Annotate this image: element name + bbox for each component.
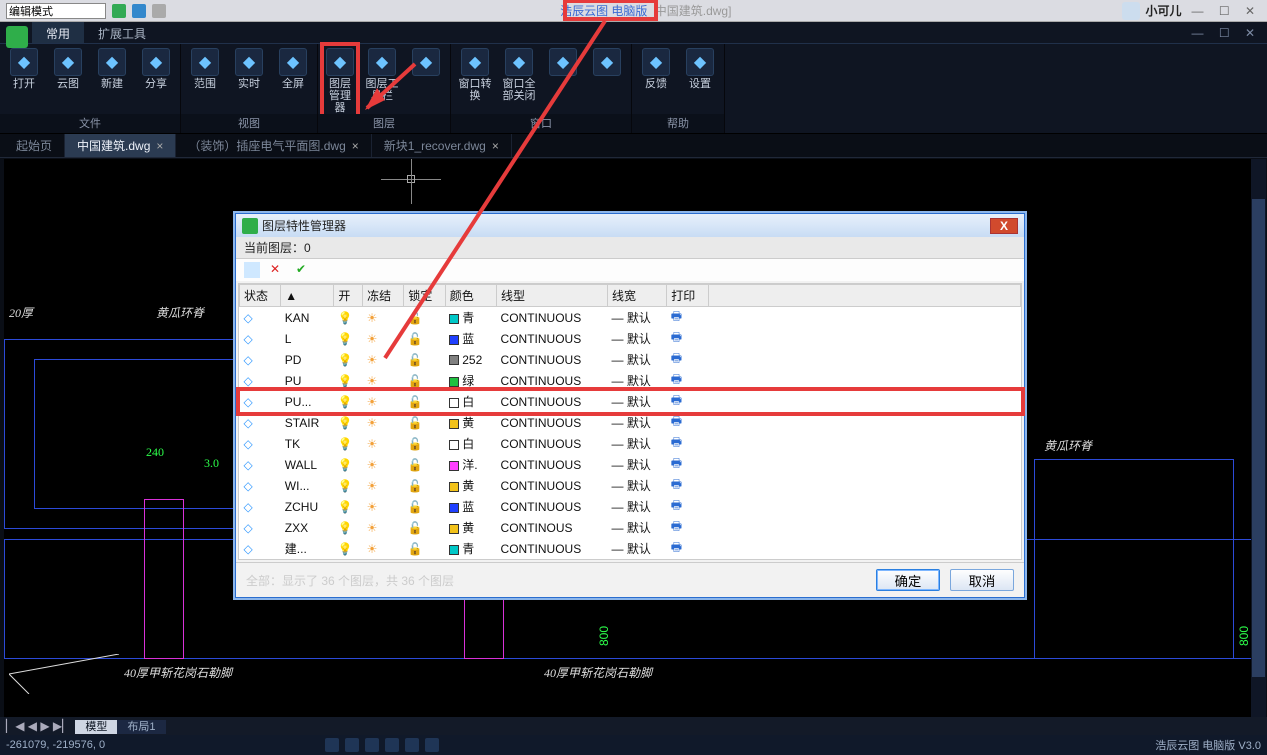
brand-version: 浩辰云图 电脑版 V3.0: [1155, 737, 1261, 753]
label-hg-right: 黄瓜环脊: [1044, 437, 1092, 454]
zoom-icon: ◆: [235, 48, 263, 76]
ribbon-tab-0[interactable]: 常用: [32, 22, 84, 43]
dialog-title: 图层特性管理器: [262, 217, 346, 234]
app-logo: [6, 26, 28, 48]
table-row[interactable]: ◇PU...💡☀🔓白CONTINUOUS— 默认🖶: [240, 391, 1021, 412]
table-row[interactable]: ◇STAIR💡☀🔓黄CONTINUOUS— 默认🖶: [240, 412, 1021, 433]
coords: -261079, -219576, 0: [6, 739, 105, 751]
col-header[interactable]: 打印: [667, 285, 708, 307]
status-tray[interactable]: [325, 738, 439, 752]
table-row[interactable]: ◇ZXX💡☀🔓黄CONTINOUS— 默认🖶: [240, 517, 1021, 538]
avatar: [1122, 2, 1140, 20]
footer-summary: 全部：显示了 36 个图层，共 36 个图层: [246, 572, 454, 589]
group-label: 视图: [181, 114, 317, 133]
label-skirt-1: 40厚甲斩花岗石勒脚: [124, 664, 232, 681]
close-button[interactable]: X: [990, 218, 1018, 234]
col-header[interactable]: 状态: [240, 285, 281, 307]
table-row[interactable]: ◇WI...💡☀🔓黄CONTINUOUS— 默认🖶: [240, 475, 1021, 496]
zoom-button[interactable]: ◆实时: [229, 48, 269, 90]
dialog-icon: [242, 218, 258, 234]
layers-manager-icon: ◆: [326, 48, 354, 76]
viewtab-nav[interactable]: ▏◀ ◀ ▶ ▶▏: [4, 719, 73, 733]
share-button[interactable]: ◆分享: [136, 48, 176, 90]
cloud-icon: ◆: [54, 48, 82, 76]
dialog-footer: 全部：显示了 36 个图层，共 36 个图层 确定 取消: [236, 562, 1024, 597]
scrollbar-vertical[interactable]: [1251, 159, 1266, 717]
cancel-button[interactable]: 取消: [950, 569, 1014, 591]
edit-mode-input[interactable]: [6, 3, 106, 19]
table-row[interactable]: ◇建...💡☀🔓青CONTINUOUS— 默认🖶: [240, 538, 1021, 559]
col-header[interactable]: ▲: [281, 285, 334, 307]
quick-access-toolbar[interactable]: [112, 4, 166, 18]
annotation-arrow: [355, 18, 655, 381]
folder-icon: ◆: [10, 48, 38, 76]
new-layer-icon[interactable]: [244, 262, 260, 278]
delete-layer-icon: ✕: [270, 262, 286, 278]
close-icon[interactable]: ×: [156, 139, 163, 153]
ribbon-tab-1[interactable]: 扩展工具: [84, 22, 160, 43]
new-button[interactable]: ◆新建: [92, 48, 132, 90]
title-highlight: [563, 0, 658, 21]
status-bar: -261079, -219576, 0 浩辰云图 电脑版 V3.0: [0, 735, 1267, 755]
title-doc: 中国建筑.dwg]: [655, 4, 732, 18]
user-area[interactable]: 小可儿: [1122, 2, 1182, 20]
settings-icon: ◆: [686, 48, 714, 76]
view-tab[interactable]: 布局1: [117, 720, 165, 734]
label-20: 20厚: [9, 304, 33, 321]
view-tab[interactable]: 模型: [75, 720, 117, 734]
set-current-icon: ✔: [296, 262, 312, 278]
new-icon: ◆: [98, 48, 126, 76]
ok-button[interactable]: 确定: [876, 569, 940, 591]
cloud-button[interactable]: ◆云图: [48, 48, 88, 90]
extent-button[interactable]: ◆范围: [185, 48, 225, 90]
user-name: 小可儿: [1146, 2, 1182, 19]
table-row[interactable]: ◇ZCHU💡☀🔓蓝CONTINUOUS— 默认🖶: [240, 496, 1021, 517]
table-row[interactable]: ◇WALL💡☀🔓洋.CONTINUOUS— 默认🖶: [240, 454, 1021, 475]
fullscreen-icon: ◆: [279, 48, 307, 76]
table-row[interactable]: ◇TK💡☀🔓白CONTINUOUS— 默认🖶: [240, 433, 1021, 454]
view-tabs[interactable]: ▏◀ ◀ ▶ ▶▏ 模型布局1: [0, 717, 1267, 735]
doc-tab[interactable]: （装饰）插座电气平面图.dwg×: [176, 134, 371, 157]
settings-button[interactable]: ◆设置: [680, 48, 720, 90]
doc-tab[interactable]: 中国建筑.dwg×: [65, 134, 176, 157]
inner-window-buttons[interactable]: — ☐ ✕: [1192, 26, 1261, 40]
fullscreen-button[interactable]: ◆全屏: [273, 48, 313, 90]
window-buttons[interactable]: — ☐ ✕: [1192, 4, 1261, 18]
folder-button[interactable]: ◆打开: [4, 48, 44, 90]
share-icon: ◆: [142, 48, 170, 76]
group-label: 文件: [0, 114, 180, 133]
extent-icon: ◆: [191, 48, 219, 76]
layers-manager-button[interactable]: ◆图层管理器: [320, 42, 360, 120]
label-hg-left: 黄瓜环脊: [156, 304, 204, 321]
doc-tab[interactable]: 起始页: [4, 134, 65, 157]
label-skirt-2: 40厚甲斩花岗石勒脚: [544, 664, 652, 681]
